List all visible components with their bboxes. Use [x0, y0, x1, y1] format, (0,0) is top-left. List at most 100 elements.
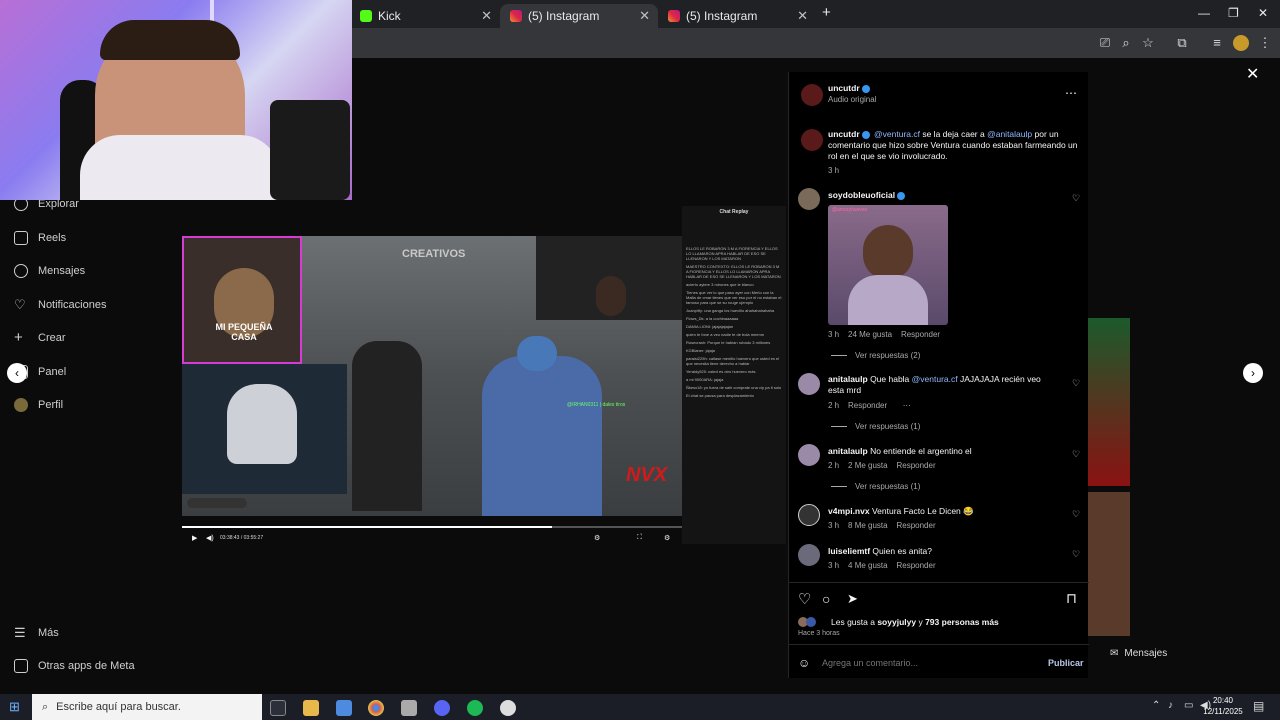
comment-user-name[interactable]: soydobleuoficial: [828, 190, 895, 200]
taskbar-search[interactable]: ⌕ Escribe aquí para buscar.: [32, 694, 262, 720]
media-icon[interactable]: ≡: [1209, 35, 1225, 51]
sidebar-item-perfil[interactable]: Perfil: [14, 398, 63, 412]
close-icon[interactable]: ✕: [639, 8, 650, 24]
settings-icon[interactable]: ⚙: [594, 534, 600, 542]
reply-button[interactable]: Responder: [896, 521, 935, 530]
publish-button[interactable]: Publicar: [1048, 658, 1084, 668]
mention-link[interactable]: @ventura.cf: [874, 129, 920, 139]
comment-user[interactable]: v4mpi.nvx: [828, 506, 870, 516]
save-icon[interactable]: ⊓: [1066, 590, 1077, 607]
background-post-thumbnail[interactable]: [1088, 318, 1130, 486]
comment-gif[interactable]: @arrozyhuevos: [828, 205, 948, 325]
view-replies-button[interactable]: Ver respuestas (1): [831, 422, 920, 431]
likes-count[interactable]: 793 personas más: [925, 617, 999, 627]
obs-icon[interactable]: [500, 700, 516, 716]
like-comment-icon[interactable]: ♡: [1072, 549, 1080, 560]
like-comment-icon[interactable]: ♡: [1072, 193, 1080, 204]
like-comment-icon[interactable]: ♡: [1072, 509, 1080, 520]
window-close-button[interactable]: ✕: [1258, 6, 1268, 20]
gear-icon[interactable]: ⚙: [664, 534, 670, 542]
app-icon[interactable]: [401, 700, 417, 716]
zoom-icon[interactable]: ⌕: [1118, 35, 1134, 51]
avatar[interactable]: [801, 84, 823, 106]
volume-icon[interactable]: ◀): [206, 534, 214, 542]
play-icon[interactable]: ▶: [192, 534, 197, 542]
comment-user[interactable]: anitalaulp: [828, 446, 868, 456]
notification-icon[interactable]: ▤: [1253, 699, 1264, 713]
sidebar-item-crear[interactable]: + Crear: [14, 330, 66, 345]
emoji-icon[interactable]: ☺: [798, 656, 810, 670]
comment-user[interactable]: soydobleuoficial: [828, 190, 907, 201]
file-explorer-icon[interactable]: [303, 700, 319, 716]
audio-label[interactable]: Audio original: [828, 95, 876, 104]
tab-instagram-active[interactable]: (5) Instagram ✕: [500, 4, 658, 28]
likes-summary[interactable]: Les gusta a soyyjulyy y 793 personas más: [831, 617, 999, 628]
close-icon[interactable]: ✕: [481, 8, 492, 24]
avatar[interactable]: [801, 129, 823, 151]
menu-icon[interactable]: ⋮: [1257, 35, 1273, 51]
view-replies-button[interactable]: Ver respuestas (2): [831, 351, 920, 360]
mention-link[interactable]: @anitalaulp: [987, 129, 1032, 139]
network-icon[interactable]: ▭: [1184, 700, 1193, 711]
comment-icon[interactable]: ○: [822, 591, 830, 607]
avatar[interactable]: [798, 373, 820, 395]
comment-likes[interactable]: 24 Me gusta: [848, 330, 892, 339]
prev-post-button[interactable]: ‹: [7, 363, 27, 383]
tray-chevron-icon[interactable]: ⌃: [1152, 700, 1160, 711]
like-comment-icon[interactable]: ♡: [1072, 378, 1080, 389]
restore-button[interactable]: ❐: [1228, 6, 1239, 20]
caption-user[interactable]: uncutdr: [828, 129, 860, 139]
comment-user[interactable]: luiseliemtf: [828, 546, 870, 556]
store-icon[interactable]: [336, 700, 352, 716]
background-post-thumbnail[interactable]: [1088, 492, 1130, 636]
messages-float-button[interactable]: ✉ Mensajes: [1110, 648, 1167, 659]
modal-close-icon[interactable]: ✕: [1246, 64, 1259, 84]
bookmark-star-icon[interactable]: ☆: [1140, 35, 1156, 51]
comment-options-icon[interactable]: ⋯: [903, 401, 911, 410]
post-author[interactable]: uncutdr: [828, 83, 872, 94]
install-icon[interactable]: ⎚: [1097, 35, 1113, 51]
taskbar-clock[interactable]: 20:40 12/11/2025: [1202, 695, 1244, 717]
view-replies-button[interactable]: Ver respuestas (1): [831, 482, 920, 491]
minimize-button[interactable]: —: [1198, 6, 1210, 20]
sidebar-item-reels[interactable]: Reels: [14, 231, 66, 245]
tab-kick[interactable]: Kick ✕: [350, 4, 500, 28]
sidebar-meta-apps[interactable]: Otras apps de Meta: [14, 659, 135, 673]
comment-input[interactable]: [822, 654, 1032, 672]
new-tab-button[interactable]: +: [822, 4, 831, 21]
discord-icon[interactable]: [434, 700, 450, 716]
like-comment-icon[interactable]: ♡: [1072, 449, 1080, 460]
avatar[interactable]: [798, 444, 820, 466]
share-icon[interactable]: ➤: [847, 591, 858, 607]
sidebar-item-mensajes[interactable]: Mensajes: [14, 264, 85, 278]
tab-instagram[interactable]: (5) Instagram ✕: [658, 4, 816, 28]
mention-link[interactable]: @ventura.cf: [912, 374, 958, 384]
microphone-icon[interactable]: ♪: [1168, 700, 1173, 711]
comment-user[interactable]: anitalaulp: [828, 374, 868, 384]
reply-button[interactable]: Responder: [848, 401, 887, 410]
mini-controls[interactable]: [187, 498, 247, 508]
sidebar-item-notificaciones[interactable]: ♡ Notificaciones: [14, 298, 106, 312]
post-author-name[interactable]: uncutdr: [828, 83, 860, 93]
avatar[interactable]: [798, 188, 820, 210]
more-options-icon[interactable]: ⋯: [1065, 86, 1077, 100]
task-view-icon[interactable]: [270, 700, 286, 716]
likes-user[interactable]: soyyjulyy: [877, 617, 916, 627]
reply-button[interactable]: Responder: [901, 330, 940, 339]
spotify-icon[interactable]: [467, 700, 483, 716]
next-post-button[interactable]: ›: [1243, 363, 1263, 383]
comment-likes[interactable]: 2 Me gusta: [848, 461, 888, 470]
progress-track[interactable]: [182, 526, 682, 528]
reply-button[interactable]: Responder: [896, 561, 935, 570]
like-icon[interactable]: ♡: [798, 590, 811, 608]
windows-start-icon[interactable]: ⊞: [9, 699, 20, 715]
reply-button[interactable]: Responder: [896, 461, 935, 470]
profile-avatar[interactable]: [1233, 35, 1249, 51]
video-player[interactable]: MI PEQUEÑA CASA CREATIVOS @IRHAN0311 | d…: [182, 236, 682, 516]
comment-likes[interactable]: 8 Me gusta: [848, 521, 888, 530]
chrome-icon[interactable]: [368, 700, 384, 716]
extensions-icon[interactable]: ⧉: [1174, 35, 1190, 51]
fullscreen-icon[interactable]: ⛶: [637, 534, 642, 542]
comment-likes[interactable]: 4 Me gusta: [848, 561, 888, 570]
sidebar-more[interactable]: ☰ Más: [14, 626, 59, 640]
